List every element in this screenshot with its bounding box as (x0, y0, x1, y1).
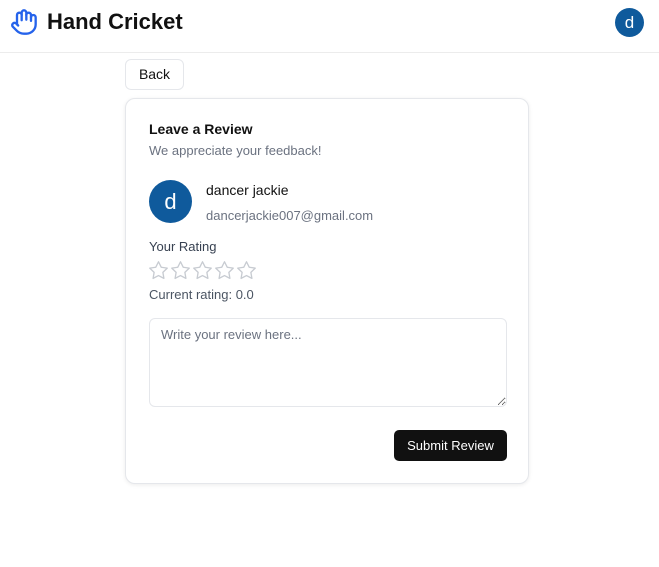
star-icon[interactable] (170, 260, 191, 281)
avatar: d (149, 180, 192, 223)
star-icon[interactable] (192, 260, 213, 281)
star-icon[interactable] (148, 260, 169, 281)
user-email: dancerjackie007@gmail.com (206, 208, 374, 223)
current-rating-text: Current rating: 0.0 (149, 287, 254, 302)
current-rating-value: 0.0 (235, 287, 254, 302)
hand-icon[interactable] (10, 8, 38, 36)
review-textarea[interactable] (149, 318, 507, 407)
user-avatar-button[interactable]: d (615, 8, 644, 37)
rating-label: Your Rating (149, 239, 217, 254)
submit-review-button[interactable]: Submit Review (394, 430, 507, 461)
card-subtitle: We appreciate your feedback! (149, 143, 322, 158)
star-icon[interactable] (214, 260, 235, 281)
star-icon[interactable] (236, 260, 257, 281)
review-card: Leave a Review We appreciate your feedba… (125, 98, 529, 484)
user-name: dancer jackie (206, 182, 289, 198)
current-rating-prefix: Current rating: (149, 287, 236, 302)
app-header: Hand Cricket d (0, 0, 659, 53)
card-title: Leave a Review (149, 121, 253, 137)
star-rating (148, 260, 257, 282)
app-title: Hand Cricket (47, 9, 183, 34)
back-button[interactable]: Back (125, 59, 184, 90)
